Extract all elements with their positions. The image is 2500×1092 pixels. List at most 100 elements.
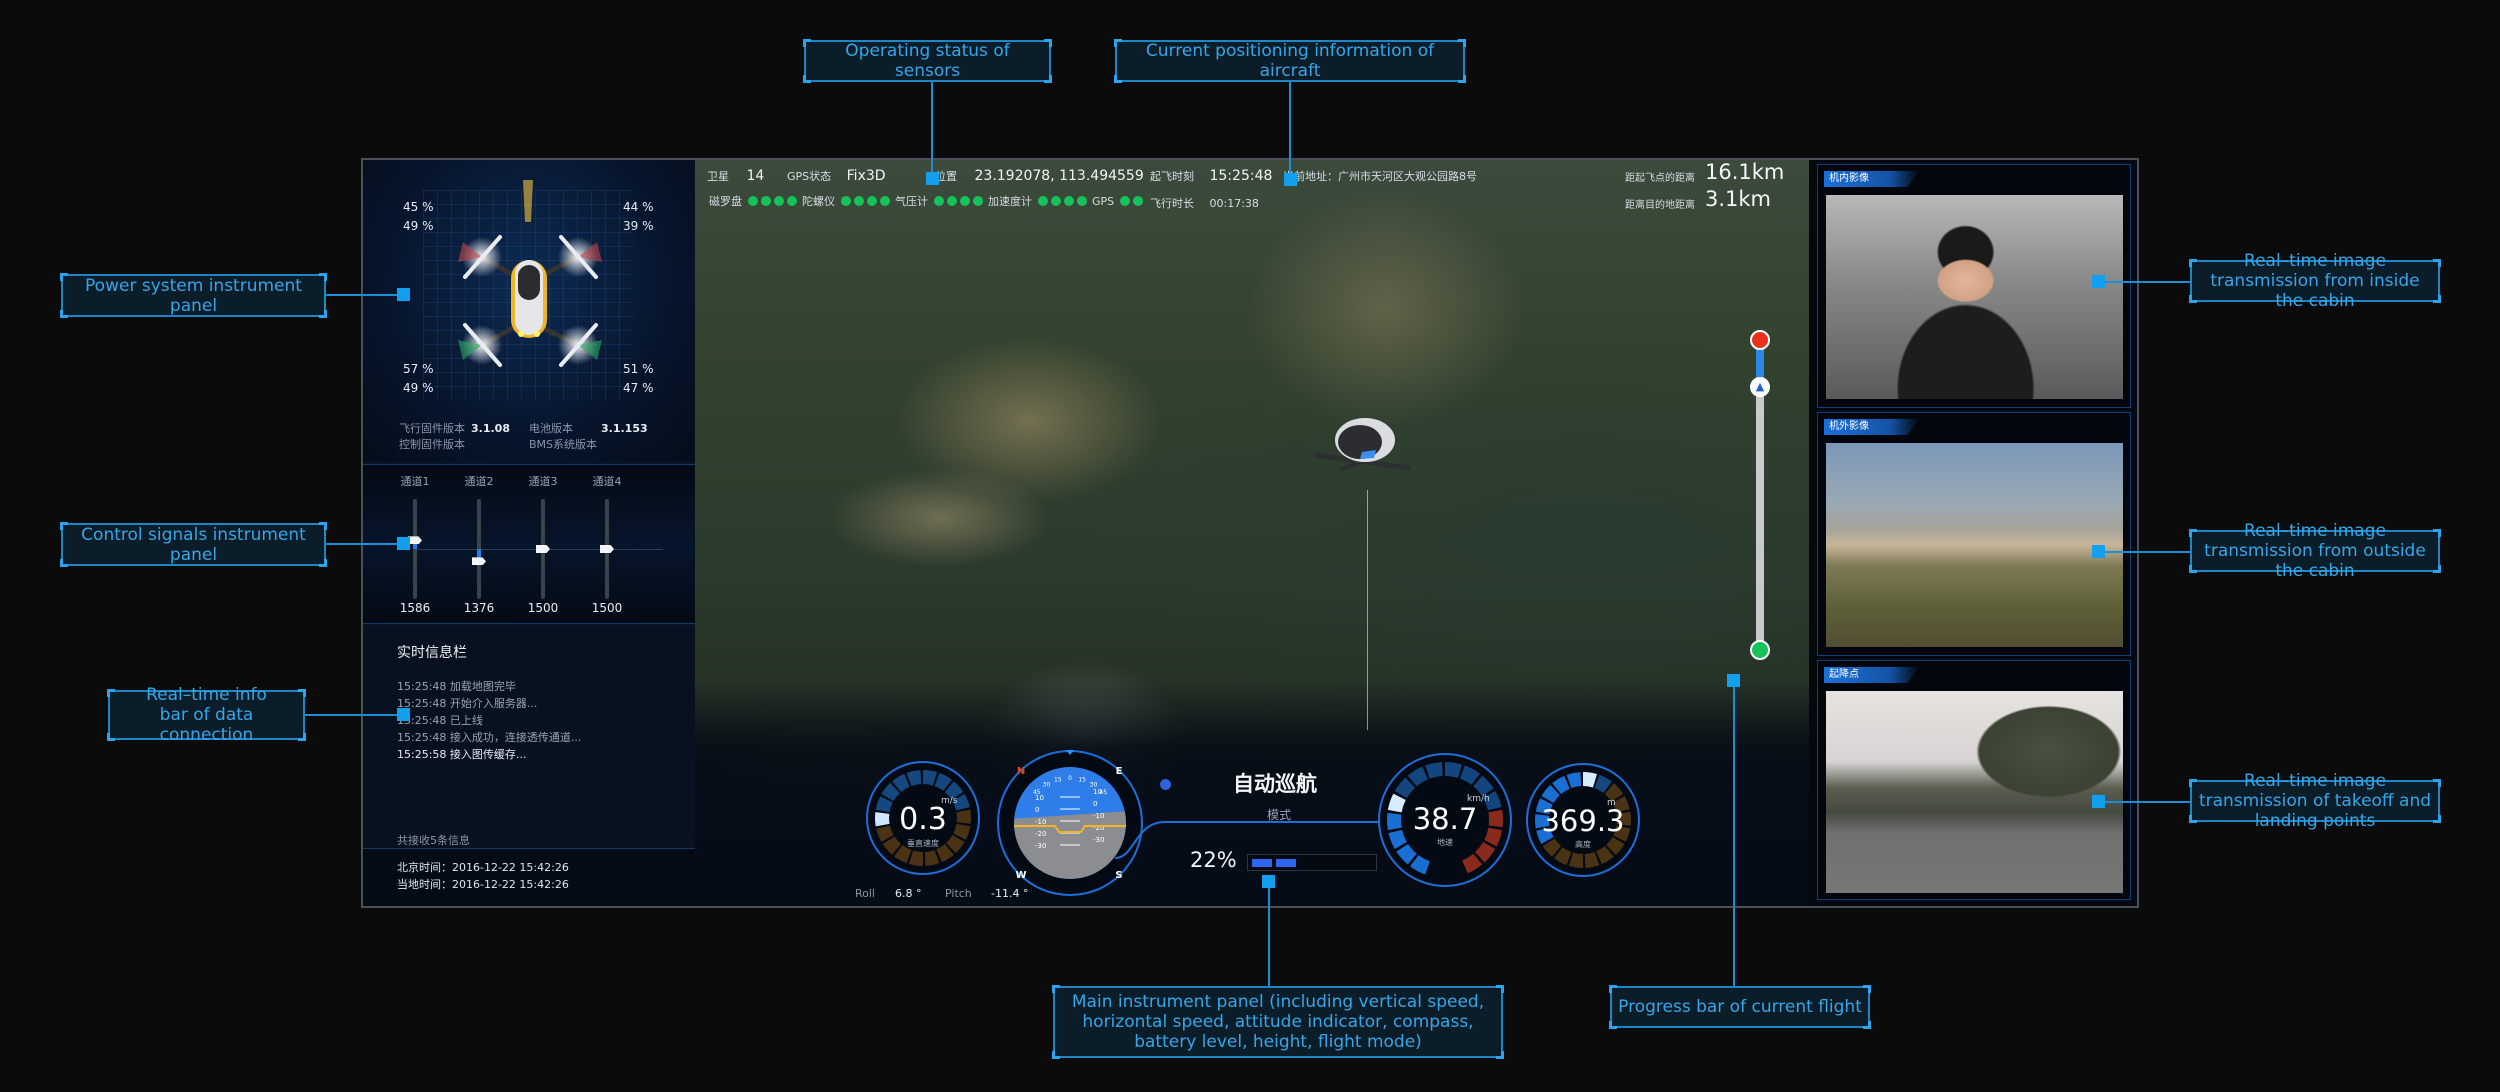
channel-thumb[interactable]	[408, 536, 422, 545]
channel-label: 通道1	[400, 475, 430, 488]
leader-line	[1268, 888, 1270, 986]
leader-line	[2105, 281, 2190, 283]
sensor-ok-dot-icon	[841, 196, 851, 206]
sensor-name: 加速度计	[988, 195, 1032, 208]
sensor-ok-dot-icon	[748, 196, 758, 206]
sensor-ok-dot-icon	[854, 196, 864, 206]
compass-heading-label: N	[1017, 766, 1025, 777]
sensor-ok-dot-icon	[934, 196, 944, 206]
bank-scale-label: 15	[1078, 777, 1086, 784]
video-cabin-inside[interactable]: 机内影像	[1817, 164, 2131, 408]
channel-thumb[interactable]	[472, 557, 486, 566]
clock-section: 北京时间：2016-12-22 15:42:26 当地时间：2016-12-22…	[363, 848, 695, 906]
sensor-ok-dot-icon	[1133, 196, 1144, 206]
flight-firmware-version: 飞行固件版本 3.1.08	[399, 422, 510, 435]
leader-line	[2105, 801, 2190, 803]
ground-speed-gauge: km/h 38.7 地速	[1375, 750, 1515, 890]
current-position-arrow-icon[interactable]: ▲	[1750, 376, 1770, 397]
motor-output: 49 %	[403, 219, 434, 233]
pitch-value: -11.4 °	[991, 887, 1029, 900]
callout-anchor	[397, 537, 410, 550]
aircraft-marker-icon[interactable]	[1310, 410, 1415, 485]
bank-scale-label: 45	[1033, 789, 1041, 796]
callout-anchor	[1262, 875, 1275, 888]
message-count: 共接收5条信息	[397, 834, 470, 847]
channel-value: 1586	[399, 601, 431, 615]
sensor-name: 陀螺仪	[802, 195, 835, 208]
channel-slider[interactable]: 通道4 1500	[577, 465, 637, 625]
callout-positioning: Current positioning information of aircr…	[1114, 39, 1466, 83]
sensor-status-row: 磁罗盘 陀螺仪 气压计 加速度计 GPS	[707, 193, 1144, 209]
pitch-scale-label: -10	[1093, 812, 1104, 820]
callout-anchor	[397, 708, 410, 721]
leader-line	[305, 714, 398, 716]
callout-control: Control signals instrument panel	[60, 522, 327, 567]
start-point-icon[interactable]	[1750, 640, 1770, 660]
pitch-scale-label: -20	[1035, 830, 1046, 838]
callout-main-instrument: Main instrument panel (including vertica…	[1052, 985, 1504, 1059]
current-address: 当前地址：广州市天河区大观公园路8号	[1283, 170, 1477, 183]
cabin-inside-feed[interactable]	[1826, 195, 2123, 399]
left-panel: 45 % 49 % 44 % 39 % 57 % 49 % 51 % 47 % …	[363, 160, 695, 906]
callout-anchor	[1727, 674, 1740, 687]
sensor-name: 磁罗盘	[709, 195, 742, 208]
gps-status: GPS状态 Fix3D	[787, 168, 886, 184]
channel-slider[interactable]: 通道1 1586	[385, 465, 445, 625]
ground-speed-value: 38.7	[1412, 802, 1478, 836]
pitch-scale-label: 0	[1093, 800, 1097, 808]
roll-value: 6.8 °	[895, 887, 922, 900]
sensor-ok-dot-icon	[947, 196, 957, 206]
callout-takeoff-landing: Real–time image transmission of takeoff …	[2189, 771, 2441, 831]
sensor-ok-dot-icon	[1051, 196, 1061, 206]
channel-thumb[interactable]	[536, 545, 550, 553]
sensor-ok-dot-icon	[1120, 196, 1131, 206]
info-panel-title: 实时信息栏	[397, 645, 467, 661]
channel-value: 1500	[527, 601, 559, 615]
bank-scale-label: 15	[1054, 777, 1062, 784]
motor-output: 57 %	[403, 362, 434, 376]
compass-heading-label: W	[1015, 870, 1026, 881]
callout-power: Power system instrument panel	[60, 273, 327, 318]
mode-indicator-dot	[1160, 779, 1171, 790]
mode-panel-outline	[1115, 809, 1415, 859]
callout-anchor	[2092, 795, 2105, 808]
channel-label: 通道3	[528, 475, 558, 488]
roll-label: Roll	[855, 887, 875, 900]
motor-front-left-readout: 45 % 49 %	[403, 198, 434, 236]
video-takeoff-landing[interactable]: 起降点	[1817, 660, 2131, 900]
pitch-scale-label: -30	[1035, 842, 1046, 850]
takeoff-landing-feed[interactable]	[1826, 691, 2123, 893]
cabin-outside-feed[interactable]	[1826, 443, 2123, 647]
sensor-ok-dot-icon	[973, 196, 983, 206]
motor-output: 44 %	[623, 200, 654, 214]
local-time: 当地时间：2016-12-22 15:42:26	[397, 878, 569, 891]
distance-from-start-label: 距起飞点的距离	[1625, 173, 1695, 184]
power-system-panel: 45 % 49 % 44 % 39 % 57 % 49 % 51 % 47 % …	[363, 160, 695, 462]
takeoff-time: 起飞时刻 15:25:48	[1150, 168, 1273, 184]
log-line: 15:25:48 接入成功，连接透传通道...	[397, 731, 582, 744]
vertical-speed-gauge: m/s 0.3 垂直速度	[863, 758, 983, 878]
channel-thumb[interactable]	[600, 545, 614, 553]
motor-rear-right-readout: 51 % 47 %	[623, 360, 654, 398]
realtime-info-panel: 实时信息栏 15:25:48 加载地图完毕 15:25:48 开始介入服务器..…	[363, 626, 695, 906]
channel-slider[interactable]: 通道3 1500	[513, 465, 573, 625]
channel-value: 1500	[591, 601, 623, 615]
pitch-scale-label: -10	[1035, 818, 1046, 826]
battery-percent: 22%	[1190, 848, 1237, 872]
destination-point-icon[interactable]	[1750, 330, 1770, 350]
leader-line	[326, 543, 398, 545]
callout-anchor	[1284, 173, 1297, 186]
channel-slider[interactable]: 通道2 1376	[449, 465, 509, 625]
video-tag: 起降点	[1824, 667, 1919, 683]
altitude-gauge: m 369.3 高度	[1523, 760, 1643, 880]
satellite-map-view[interactable]: 卫星 14 GPS状态 Fix3D 位置 23.192078, 113.4945…	[695, 160, 1809, 906]
video-cabin-outside[interactable]: 机外影像	[1817, 412, 2131, 656]
position-readout: 位置 23.192078, 113.494559	[935, 168, 1144, 184]
battery-level-bar	[1247, 854, 1377, 871]
log-line: 15:25:48 开始介入服务器...	[397, 697, 538, 710]
battery-version: 电池版本 3.1.153	[529, 422, 648, 435]
compass-heading-label: S	[1115, 870, 1122, 881]
bank-scale-label: 0	[1068, 775, 1072, 782]
sensor-ok-dot-icon	[1038, 196, 1048, 206]
bank-scale-label: 45	[1099, 789, 1107, 796]
